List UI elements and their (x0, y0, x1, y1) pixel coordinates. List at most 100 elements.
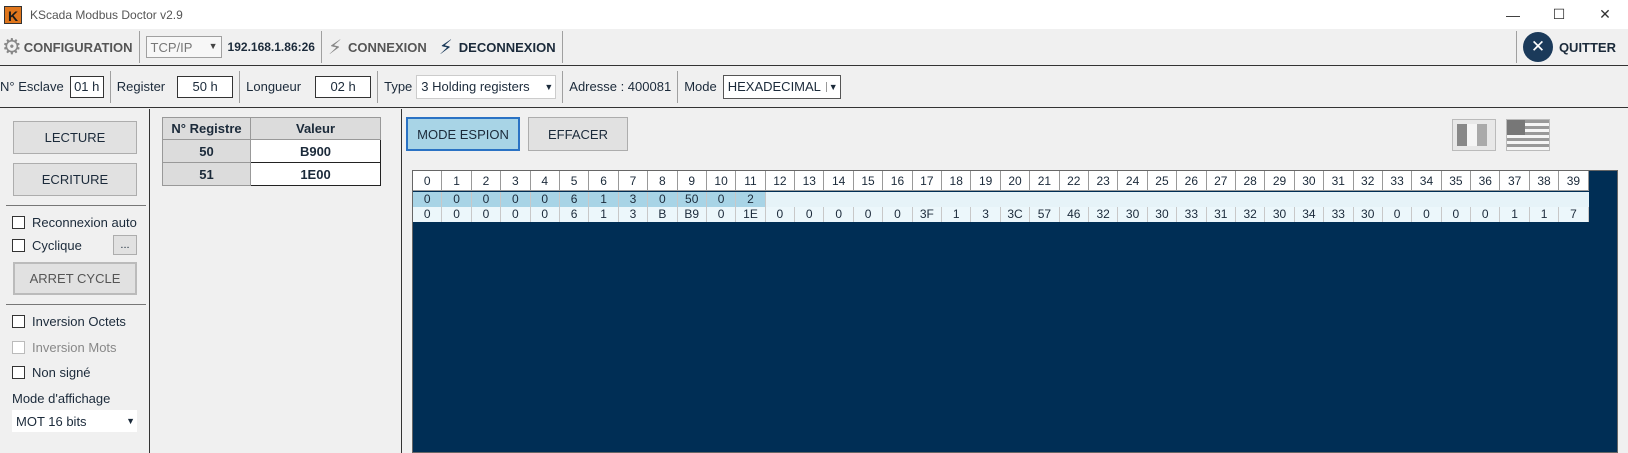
register-label: Register (116, 79, 166, 94)
grid-column-header: 21 (1030, 171, 1060, 191)
deconnexion-button[interactable]: ⚡ DECONNEXION (439, 29, 556, 65)
unplug-icon: ⚡ (438, 36, 453, 59)
grid-cell: B9 (677, 207, 707, 222)
grid-cell-empty (824, 192, 854, 207)
grid-cell: 0 (1412, 207, 1442, 222)
close-button[interactable]: ✕ (1582, 0, 1628, 29)
grid-cell: 0 (501, 192, 531, 207)
reconnexion-auto-checkbox[interactable]: Reconnexion auto (12, 215, 137, 230)
protocol-select[interactable]: TCP/IP ▼ (145, 36, 222, 58)
configuration-button[interactable]: ⚙ CONFIGURATION (0, 29, 133, 65)
grid-cell: 30 (1353, 207, 1383, 222)
grid-cell: B (648, 207, 678, 222)
non-signe-label: Non signé (32, 365, 91, 380)
grid-column-header: 6 (589, 171, 619, 191)
window-title: KScada Modbus Doctor v2.9 (30, 7, 183, 22)
grid-cell-empty (1177, 192, 1207, 207)
grid-column-header: 5 (559, 171, 590, 191)
grid-column-header: 0 (413, 171, 443, 191)
inversion-mots-checkbox[interactable]: Inversion Mots (12, 340, 117, 355)
grid-cell-empty (795, 192, 825, 207)
table-row[interactable]: 51 1E00 (162, 162, 381, 186)
reconnexion-auto-label: Reconnexion auto (32, 215, 137, 230)
grid-cell: 0 (1441, 207, 1472, 222)
grid-column-header: 26 (1177, 171, 1207, 191)
grid-request-row: 0 0 0 0 0 6 1 3 0 50 0 2 (413, 192, 1589, 207)
grid-column-header: 18 (942, 171, 972, 191)
grid-column-header: 11 (736, 171, 766, 191)
grid-cell: 3 (971, 207, 1001, 222)
grid-cell-empty (1559, 192, 1589, 207)
minimize-button[interactable]: — (1490, 0, 1536, 29)
grid-column-header: 8 (648, 171, 678, 191)
grid-cell: 3 (618, 207, 649, 222)
lecture-button[interactable]: LECTURE (13, 121, 137, 154)
ecriture-button[interactable]: ECRITURE (13, 163, 137, 196)
register-value[interactable]: B900 (250, 139, 381, 163)
grid-cell-empty (1265, 192, 1295, 207)
adresse-display: Adresse : 400081 (569, 79, 672, 94)
cyclique-checkbox[interactable]: Cyclique (12, 238, 82, 253)
grid-column-header: 29 (1265, 171, 1295, 191)
table-row[interactable]: 50 B900 (162, 139, 381, 163)
grid-column-header: 20 (1000, 171, 1031, 191)
maximize-button[interactable]: ☐ (1536, 0, 1582, 29)
grid-cell-empty (1529, 192, 1560, 207)
effacer-button[interactable]: EFFACER (528, 117, 628, 151)
grid-column-header: 25 (1147, 171, 1178, 191)
mode-select[interactable]: HEXADECIMAL ▼ (722, 74, 841, 99)
grid-column-header: 23 (1088, 171, 1119, 191)
grid-cell: 0 (824, 207, 854, 222)
grid-cell: 1 (589, 192, 619, 207)
grid-cell: 0 (530, 207, 560, 222)
inversion-octets-label: Inversion Octets (32, 314, 126, 329)
register-value[interactable]: 1E00 (250, 162, 381, 186)
grid-cell-empty (1059, 192, 1089, 207)
inversion-octets-checkbox[interactable]: Inversion Octets (12, 314, 126, 329)
grid-cell: 3F (912, 207, 943, 222)
mode-affichage-label: Mode d'affichage (12, 391, 111, 406)
grid-cell-empty (1324, 192, 1354, 207)
grid-cell: 0 (413, 192, 443, 207)
quitter-label: QUITTER (1558, 39, 1616, 55)
type-value: 3 Holding registers (421, 79, 530, 94)
grid-cell: 32 (1235, 207, 1266, 222)
french-flag-icon[interactable] (1452, 119, 1496, 151)
grid-cell-empty (1088, 192, 1119, 207)
checkbox-icon (12, 366, 25, 379)
esclave-input[interactable]: 01 h (69, 75, 104, 98)
mode-espion-button[interactable]: MODE ESPION (406, 117, 520, 151)
mode-affichage-select[interactable]: MOT 16 bits ▼ (12, 410, 137, 432)
grid-cell: 1 (589, 207, 619, 222)
register-input[interactable]: 50 h (177, 75, 234, 98)
grid-cell: 0 (795, 207, 825, 222)
arret-cycle-button[interactable]: ARRET CYCLE (13, 262, 137, 295)
connexion-button[interactable]: ⚡ CONNEXION (328, 29, 427, 65)
grid-cell: 7 (1559, 207, 1589, 222)
grid-cell: 50 (677, 192, 707, 207)
checkbox-icon (12, 341, 25, 354)
non-signe-checkbox[interactable]: Non signé (12, 365, 91, 380)
grid-cell-empty (1500, 192, 1530, 207)
grid-cell-empty (883, 192, 913, 207)
title-bar: K KScada Modbus Doctor v2.9 — ☐ ✕ (0, 0, 1628, 29)
quitter-button[interactable]: ✕ QUITTER (1522, 29, 1616, 65)
checkbox-icon (12, 315, 25, 328)
grid-cell: 30 (1265, 207, 1295, 222)
grid-cell: 0 (413, 207, 443, 222)
grid-cell: 57 (1030, 207, 1060, 222)
grid-cell: 1E (736, 207, 766, 222)
toolbar-separator (1515, 31, 1517, 63)
grid-response-row: 0 0 0 0 0 6 1 3 B B9 0 1E 0 0 0 0 0 3F 1 3 3C 57 46 32 30 30 33 31 3… (413, 207, 1589, 222)
grid-column-header: 4 (530, 171, 560, 191)
cyclique-settings-button[interactable]: ... (113, 235, 137, 255)
grid-column-header: 16 (883, 171, 913, 191)
longueur-input[interactable]: 02 h (315, 75, 372, 98)
type-select[interactable]: 3 Holding registers ▼ (416, 74, 557, 99)
us-flag-icon[interactable] (1506, 119, 1550, 151)
gear-icon: ⚙ (2, 34, 22, 59)
grid-column-header: 2 (471, 171, 502, 191)
grid-cell: 6 (559, 192, 590, 207)
grid-cell: 31 (1206, 207, 1236, 222)
checkbox-icon (12, 239, 25, 252)
